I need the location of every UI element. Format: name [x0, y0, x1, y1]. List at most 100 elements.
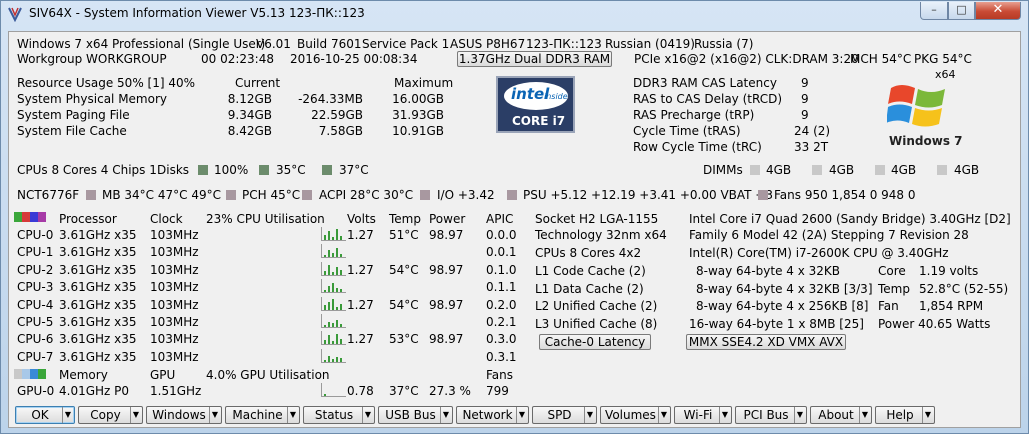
cpu-apic: 0.1.0 [486, 262, 517, 277]
cpu-clock: 103MHz [150, 245, 199, 260]
toolbar-button-label: SPD [547, 408, 572, 422]
cpu-socket: Socket H2 LGA-1155 [535, 212, 659, 226]
toolbar-usb-bus-button[interactable]: USB Bus ▼ [378, 406, 453, 424]
resource-label: System Paging File [17, 108, 130, 122]
cpu-brand-string: Intel(R) Core(TM) i7-2600K CPU @ 3.40GHz [689, 246, 949, 260]
apic-header: APIC [486, 212, 514, 226]
ram-timing-label: RAS Precharge (tRP) [633, 108, 755, 122]
close-button[interactable]: ✕ [975, 2, 1021, 20]
dropdown-arrow-icon[interactable]: ▼ [209, 407, 220, 423]
cpu-name: CPU-1 [17, 245, 54, 260]
acpi-temps: ACPI 28°C 30°C [319, 188, 414, 202]
dimm-1-indicator [750, 165, 760, 175]
windows-7-text: Windows 7 [889, 134, 963, 148]
temp-header: Temp [389, 212, 421, 226]
cpu-apic: 0.0.1 [486, 245, 517, 260]
current-header: Current [235, 76, 281, 90]
toolbar-status-button[interactable]: Status ▼ [303, 406, 375, 424]
fan-speeds: Fans 950 1,854 0 948 0 [774, 188, 916, 202]
dropdown-arrow-icon[interactable]: ▼ [440, 407, 451, 423]
dropdown-arrow-icon[interactable]: ▼ [287, 407, 298, 423]
dropdown-arrow-icon[interactable]: ▼ [859, 407, 870, 423]
cpu-volts: 1.27 [347, 228, 374, 242]
cpu-apic: 0.2.1 [486, 315, 517, 329]
main-window: SIV64X - System Information Viewer V5.13… [0, 0, 1029, 434]
dropdown-arrow-icon[interactable]: ▼ [658, 407, 669, 423]
dropdown-arrow-icon[interactable]: ▼ [584, 407, 595, 423]
fan-label: Fan [878, 299, 899, 313]
ram-timing-value: 9 [801, 108, 809, 122]
cpu-clock: 103MHz [150, 297, 199, 312]
toolbar-wi-fi-button[interactable]: Wi-Fi ▼ [674, 406, 732, 424]
cpu-frequency: 3.61GHz x35 [59, 245, 137, 260]
toolbar-spd-button[interactable]: SPD ▼ [532, 406, 597, 424]
resource-usage-header: Resource Usage 50% [1] 40% [17, 76, 196, 90]
dropdown-arrow-icon[interactable]: ▼ [794, 407, 805, 423]
cpu-temp: 53°C [389, 332, 419, 347]
title-bar[interactable]: SIV64X - System Information Viewer V5.13… [1, 1, 1028, 27]
ram-timing-value: 9 [801, 92, 809, 106]
dropdown-arrow-icon[interactable]: ▼ [62, 407, 73, 423]
cpu-activity-graph [321, 227, 346, 241]
dimm-2-indicator [812, 165, 822, 175]
gpu-frequency: 4.01GHz P0 [59, 384, 130, 398]
cache-latency-button[interactable]: Cache-0 Latency [539, 334, 651, 350]
toolbar-volumes-button[interactable]: Volumes ▼ [600, 406, 671, 424]
cpu-power-value: 98.97 [429, 262, 464, 277]
dimms-label: DIMMs [703, 163, 743, 177]
cpu-name: CPU-5 [17, 315, 54, 329]
toolbar-help-button[interactable]: Help ▼ [875, 406, 935, 424]
host-name: 123-ПК::123 [526, 37, 602, 51]
dimm-3-indicator [875, 165, 885, 175]
cpu-power-value: 98.97 [429, 297, 464, 312]
resource-current: 8.12GB [227, 92, 272, 106]
app-icon[interactable] [7, 6, 23, 22]
os-name: Windows 7 x64 Professional (Single User) [17, 37, 266, 51]
toolbar-network-button[interactable]: Network ▼ [456, 406, 529, 424]
toolbar-windows-button[interactable]: Windows ▼ [146, 406, 222, 424]
toolbar-ok-button[interactable]: OK ▼ [15, 406, 75, 424]
window-title: SIV64X - System Information Viewer V5.13… [29, 6, 365, 20]
cpu-activity-graph [321, 244, 346, 259]
main-panel: Windows 7 x64 Professional (Single User)… [8, 31, 1021, 428]
toolbar-button-label: Machine [232, 408, 283, 422]
cpu-frequency: 3.61GHz x35 [59, 297, 137, 312]
gpu-clock: 1.51GHz [150, 384, 202, 398]
processor-header: Processor [59, 212, 117, 226]
dimm-1-size: 4GB [766, 163, 792, 177]
intel-core-i7-logo: intel inside CORE i7 [496, 76, 575, 133]
minimize-button[interactable]: – [920, 2, 948, 20]
windows-7-logo: x64 Windows 7 [877, 68, 962, 150]
l2-cache: L2 Unified Cache (2) [535, 299, 658, 313]
ram-timing-value: 9 [801, 76, 809, 90]
toolbar-button-label: Windows [152, 408, 206, 422]
memory-button[interactable]: 1.37GHz Dual DDR3 RAM [457, 51, 612, 67]
resource-max: 10.91GB [392, 124, 444, 138]
cpu-utilisation-header: 23% CPU Utilisation [206, 212, 325, 226]
maximize-button[interactable]: □ [948, 2, 975, 20]
dimm-2-size: 4GB [829, 163, 855, 177]
cpu-name: CPU-2 [17, 262, 54, 277]
toolbar-copy-button[interactable]: Copy ▼ [78, 406, 143, 424]
toolbar-about-button[interactable]: About ▼ [810, 406, 872, 424]
cpu-name: CPU-7 [17, 349, 54, 364]
cpu-clock: 103MHz [150, 280, 199, 295]
mb-indicator [86, 190, 96, 200]
io-voltage: I/O +3.42 [437, 188, 495, 202]
dropdown-arrow-icon[interactable]: ▼ [719, 407, 730, 423]
dropdown-arrow-icon[interactable]: ▼ [362, 407, 373, 423]
gpu-utilisation-header: 4.0% GPU Utilisation [206, 368, 330, 382]
toolbar-pci-bus-button[interactable]: PCI Bus ▼ [735, 406, 807, 424]
dropdown-arrow-icon[interactable]: ▼ [922, 407, 933, 423]
gpu-activity-graph [321, 383, 346, 397]
toolbar-machine-button[interactable]: Machine ▼ [225, 406, 300, 424]
dropdown-arrow-icon[interactable]: ▼ [516, 407, 527, 423]
cpu-temp: 54°C [389, 262, 419, 277]
package-temp: PKG 54°C [914, 52, 972, 66]
dropdown-arrow-icon[interactable]: ▼ [130, 407, 141, 423]
instruction-set-button[interactable]: MMX SSE4.2 XD VMX AVX [686, 334, 846, 350]
gpu-memory-header: Memory [59, 368, 108, 382]
ram-timing-label: DDR3 RAM CAS Latency [633, 76, 777, 90]
cpu-frequency: 3.61GHz x35 [59, 262, 137, 277]
resource-label: System Physical Memory [17, 92, 167, 106]
